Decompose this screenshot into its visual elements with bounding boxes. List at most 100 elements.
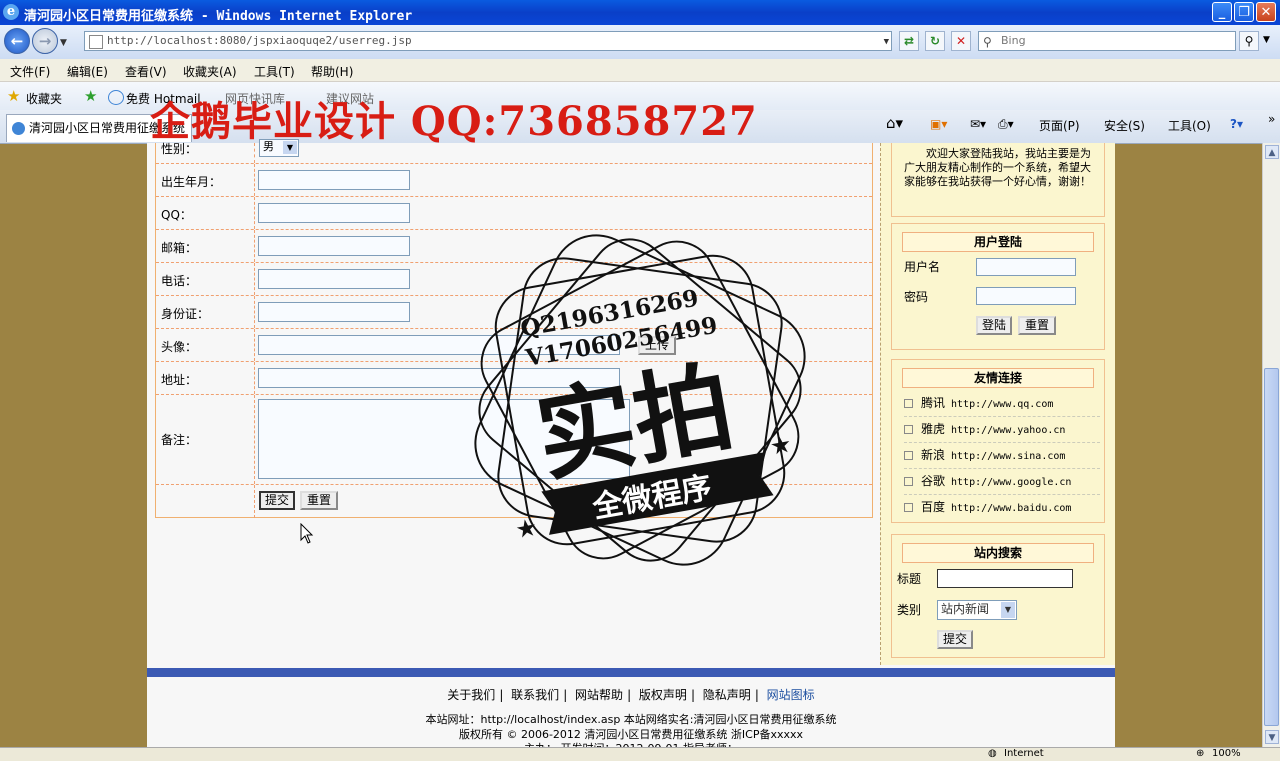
- site-search-title: 站内搜索: [902, 543, 1094, 563]
- favorites-button[interactable]: 收藏夹: [26, 90, 62, 107]
- compatibility-icon[interactable]: ⇄: [899, 31, 919, 51]
- search-title-input[interactable]: [937, 569, 1073, 588]
- friend-link[interactable]: 腾讯 http://www.qq.com: [904, 394, 1100, 417]
- stop-icon[interactable]: ✕: [951, 31, 971, 51]
- menu-help[interactable]: 帮助(H): [311, 63, 353, 80]
- email-input[interactable]: [258, 236, 410, 256]
- minimize-button[interactable]: _: [1212, 2, 1232, 22]
- friend-link-name: 谷歌: [921, 474, 946, 488]
- home-icon[interactable]: ⌂▾: [886, 114, 903, 132]
- search-category-select[interactable]: 站内新闻 ▼: [937, 600, 1017, 620]
- footer-link-copyright[interactable]: 版权声明: [639, 688, 687, 702]
- search-placeholder: Bing: [1001, 34, 1026, 47]
- close-window-button[interactable]: ✕: [1256, 2, 1276, 22]
- menu-tools[interactable]: 工具(T): [254, 63, 295, 80]
- welcome-text: 欢迎大家登陆我站，我站主要是为广大朋友精心制作的一个系统，希望大家能够在我站获得…: [904, 147, 1091, 188]
- submit-button[interactable]: 提交: [259, 491, 295, 510]
- feeds-icon[interactable]: ▣▾: [930, 117, 947, 131]
- row-divider: [254, 329, 255, 361]
- password-label: 密码: [904, 290, 929, 304]
- scroll-down-icon[interactable]: ▼: [1265, 730, 1279, 744]
- refresh-icon[interactable]: ↻: [925, 31, 945, 51]
- ie-logo-icon: e: [3, 4, 19, 20]
- remark-label: 备注：: [161, 433, 198, 447]
- footer-site-url: 本站网址：http://localhost/index.asp 本站网络实名:清…: [425, 713, 837, 726]
- birthdate-input[interactable]: [258, 170, 410, 190]
- zoom-level[interactable]: 100%: [1212, 748, 1241, 759]
- chevron-down-icon: ▼: [1001, 602, 1015, 618]
- maximize-button[interactable]: ❐: [1234, 2, 1254, 22]
- ie-page-icon: [108, 90, 124, 105]
- friend-link-url: http://www.google.cn: [951, 477, 1072, 488]
- phone-input[interactable]: [258, 269, 410, 289]
- search-options-icon[interactable]: ▼: [1263, 35, 1270, 45]
- forward-button[interactable]: →: [32, 28, 58, 54]
- page-menu[interactable]: 页面(P): [1039, 117, 1080, 134]
- friend-link-url: http://www.qq.com: [951, 399, 1054, 410]
- zoom-icon[interactable]: ⊕: [1196, 748, 1204, 759]
- footer-link-help[interactable]: 网站帮助: [575, 688, 623, 702]
- welcome-panel: 欢迎大家登陆我站，我站主要是为广大朋友精心制作的一个系统，希望大家能够在我站获得…: [891, 143, 1105, 217]
- vertical-scrollbar[interactable]: ▲ ▼: [1262, 143, 1280, 747]
- address-dropdown-icon[interactable]: ▼: [884, 33, 889, 51]
- footer-link-about[interactable]: 关于我们: [447, 688, 495, 702]
- footer-organizer: 主办： 开发时间：2012-09-01 指导老师：: [147, 740, 1115, 747]
- login-title: 用户登陆: [902, 232, 1094, 252]
- history-dropdown-icon[interactable]: ▼: [60, 38, 67, 48]
- search-input[interactable]: ⚲ Bing: [978, 31, 1236, 51]
- menu-edit[interactable]: 编辑(E): [67, 63, 108, 80]
- reset-button[interactable]: 重置: [300, 491, 338, 510]
- watermark-red-text: 企鹅毕业设计 QQ:736858727: [150, 98, 758, 145]
- add-favorites-icon[interactable]: ★: [84, 87, 97, 105]
- back-button[interactable]: ←: [4, 28, 30, 54]
- footer-links: 关于我们 | 联系我们 | 网站帮助 | 版权声明 | 隐私声明 | 网站图标: [447, 688, 815, 702]
- form-row-birthdate: 出生年月：: [156, 164, 872, 197]
- window-title-bar: e 清河园小区日常费用征缴系统 - Windows Internet Explo…: [0, 0, 1280, 25]
- friend-link[interactable]: 百度 http://www.baidu.com: [904, 498, 1100, 520]
- password-input[interactable]: [976, 287, 1076, 305]
- address-input[interactable]: http://localhost:8080/jspxiaoquqe2/userr…: [84, 31, 892, 51]
- address-label: 地址：: [161, 373, 198, 387]
- safety-menu[interactable]: 安全(S): [1104, 117, 1145, 134]
- email-label: 邮箱：: [161, 241, 198, 255]
- friend-link[interactable]: 新浪 http://www.sina.com: [904, 446, 1100, 469]
- tools-menu[interactable]: 工具(O): [1168, 117, 1211, 134]
- address-toolbar: ← → ▼ http://localhost:8080/jspxiaoquqe2…: [0, 25, 1280, 59]
- friend-link-name: 腾讯: [921, 396, 946, 410]
- menu-bar: 文件(F) 编辑(E) 查看(V) 收藏夹(A) 工具(T) 帮助(H): [0, 59, 1280, 82]
- menu-file[interactable]: 文件(F): [10, 63, 50, 80]
- idcard-input[interactable]: [258, 302, 410, 322]
- phone-label: 电话：: [161, 274, 198, 288]
- login-reset-button[interactable]: 重置: [1018, 316, 1056, 335]
- print-icon[interactable]: ⎙▾: [998, 117, 1014, 132]
- scrollbar-thumb[interactable]: [1264, 368, 1279, 726]
- friend-link[interactable]: 雅虎 http://www.yahoo.cn: [904, 420, 1100, 443]
- search-submit-button[interactable]: 提交: [937, 630, 973, 649]
- avatar-label: 头像：: [161, 340, 198, 354]
- footer-link-contact[interactable]: 联系我们: [511, 688, 559, 702]
- row-divider: [254, 296, 255, 328]
- footer-link-icon[interactable]: 网站图标: [767, 688, 815, 702]
- scroll-up-icon[interactable]: ▲: [1265, 145, 1279, 159]
- friend-link-name: 雅虎: [921, 422, 946, 436]
- menu-favorites[interactable]: 收藏夹(A): [183, 63, 237, 80]
- footer-link-privacy[interactable]: 隐私声明: [703, 688, 751, 702]
- search-category-value: 站内新闻: [941, 602, 990, 616]
- username-input[interactable]: [976, 258, 1076, 276]
- search-category-label: 类别: [897, 603, 922, 617]
- mail-icon[interactable]: ✉▾: [970, 117, 986, 131]
- help-icon[interactable]: ?▾: [1230, 117, 1243, 131]
- row-divider: [254, 485, 255, 518]
- qq-input[interactable]: [258, 203, 410, 223]
- login-panel: 用户登陆 用户名 密码 登陆 重置: [891, 223, 1105, 350]
- star-icon: ★: [513, 513, 539, 544]
- chevron-right-icon[interactable]: »: [1268, 112, 1275, 126]
- login-button[interactable]: 登陆: [976, 316, 1012, 335]
- watermark-stamp: Q2196316269 V17060256499 实拍 全微程序 ★ ★: [474, 234, 806, 566]
- friend-link[interactable]: 谷歌 http://www.google.cn: [904, 472, 1100, 495]
- username-label: 用户名: [904, 260, 941, 274]
- menu-view[interactable]: 查看(V): [125, 63, 167, 80]
- qq-label: QQ：: [161, 208, 192, 222]
- idcard-label: 身份证：: [161, 307, 210, 321]
- search-go-icon[interactable]: ⚲: [1239, 31, 1259, 51]
